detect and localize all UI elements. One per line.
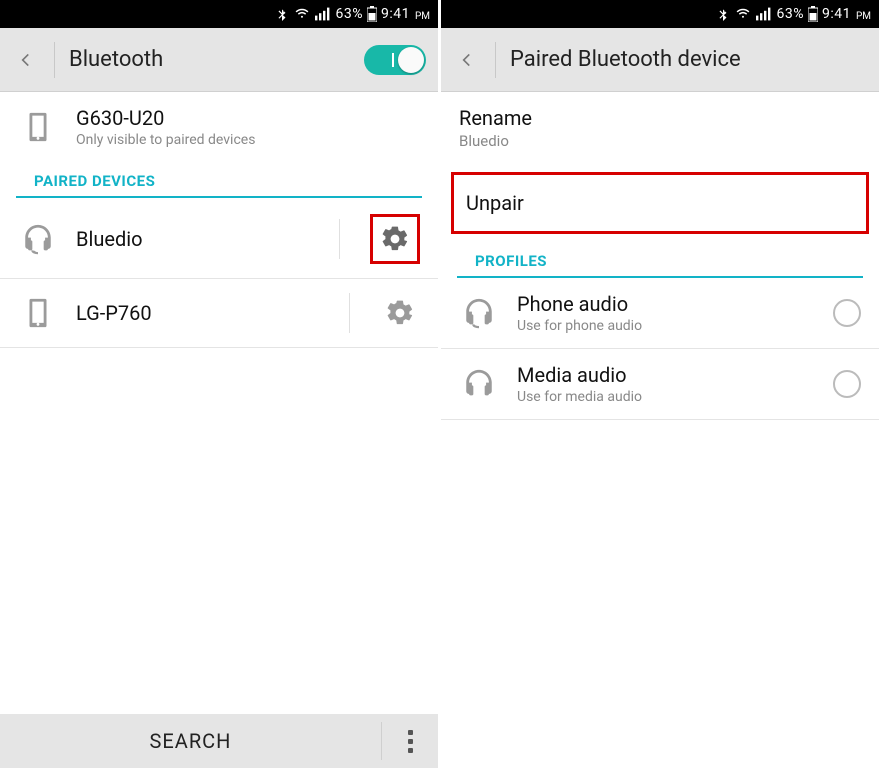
own-device-row[interactable]: G630-U20 Only visible to paired devices (0, 92, 438, 162)
profile-row[interactable]: Phone audio Use for phone audio (441, 278, 879, 349)
app-bar: Paired Bluetooth device (441, 28, 879, 92)
bluetooth-toggle[interactable] (364, 45, 426, 75)
section-profiles: PROFILES (457, 242, 863, 278)
rename-value: Bluedio (459, 132, 861, 150)
status-bar: 63% 9:41 PM (0, 0, 438, 28)
section-paired-devices: PAIRED DEVICES (16, 162, 422, 198)
clock-time: 9:41 (822, 6, 851, 22)
overflow-icon (408, 730, 413, 753)
profile-row[interactable]: Media audio Use for media audio (441, 349, 879, 420)
overflow-menu-button[interactable] (382, 714, 438, 768)
phone-icon (18, 293, 58, 333)
page-title: Paired Bluetooth device (510, 47, 741, 72)
own-device-name: G630-U20 (76, 106, 420, 130)
right-screen: 63% 9:41 PM Paired Bluetooth device Rena… (441, 0, 879, 768)
wifi-icon (293, 7, 311, 21)
page-title: Bluetooth (69, 47, 163, 72)
battery-icon (808, 6, 818, 22)
bluetooth-icon (275, 7, 289, 21)
paired-device-name: LG-P760 (76, 301, 319, 325)
highlight-annotation: Unpair (451, 172, 869, 234)
status-bar: 63% 9:41 PM (441, 0, 879, 28)
clock-time: 9:41 (381, 6, 410, 22)
device-settings-button[interactable] (375, 219, 415, 259)
wifi-icon (734, 7, 752, 21)
profile-name: Media audio (517, 363, 815, 387)
app-bar: Bluetooth (0, 28, 438, 92)
battery-icon (367, 6, 377, 22)
bluetooth-icon (716, 7, 730, 21)
left-screen: 63% 9:41 PM Bluetooth G630-U20 Only visi… (0, 0, 438, 768)
divider (349, 293, 350, 333)
bottom-bar: SEARCH (0, 714, 438, 768)
back-button[interactable] (453, 46, 481, 74)
clock-ampm: PM (415, 11, 430, 22)
profile-subtitle: Use for media audio (517, 389, 815, 405)
highlight-annotation (370, 214, 420, 264)
paired-device-row[interactable]: Bluedio (0, 200, 438, 279)
paired-device-row[interactable]: LG-P760 (0, 279, 438, 348)
search-button[interactable]: SEARCH (0, 714, 381, 768)
back-button[interactable] (12, 46, 40, 74)
clock-ampm: PM (856, 11, 871, 22)
headphones-icon (459, 364, 499, 404)
cell-signal-icon (315, 7, 331, 21)
own-device-subtitle: Only visible to paired devices (76, 132, 420, 148)
phone-icon (18, 107, 58, 147)
profile-checkbox[interactable] (833, 370, 861, 398)
profile-checkbox[interactable] (833, 299, 861, 327)
profile-subtitle: Use for phone audio (517, 318, 815, 334)
cell-signal-icon (756, 7, 772, 21)
paired-device-name: Bluedio (76, 227, 309, 251)
rename-label: Rename (459, 106, 861, 130)
battery-pct: 63% (776, 6, 804, 22)
divider (54, 42, 55, 78)
unpair-row[interactable]: Unpair (454, 175, 866, 231)
divider (495, 42, 496, 78)
device-settings-button[interactable] (380, 293, 420, 333)
battery-pct: 63% (335, 6, 363, 22)
unpair-label: Unpair (466, 191, 854, 215)
profile-name: Phone audio (517, 292, 815, 316)
rename-row[interactable]: Rename Bluedio (441, 92, 879, 164)
divider (339, 219, 340, 259)
headset-icon (459, 293, 499, 333)
headphones-icon (18, 219, 58, 259)
